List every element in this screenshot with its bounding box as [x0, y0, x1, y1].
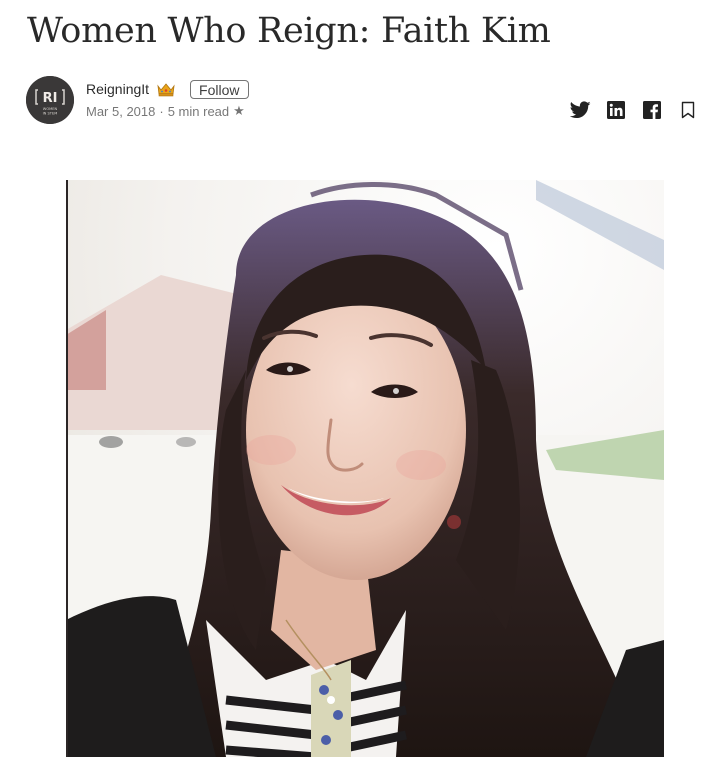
star-icon: ★	[233, 103, 245, 118]
reigningit-logo: RI WOMEN IN STEM	[26, 76, 74, 124]
publish-date[interactable]: Mar 5, 2018	[86, 104, 155, 119]
bookmark-icon[interactable]	[677, 100, 699, 120]
post-meta: Mar 5, 2018 · 5 min read ★	[86, 102, 245, 120]
facebook-icon[interactable]	[641, 100, 663, 120]
svg-text:WOMEN: WOMEN	[43, 107, 58, 111]
read-time: 5 min read	[167, 103, 230, 119]
portrait-illustration	[66, 180, 664, 757]
author-name-link[interactable]: ReigningIt	[86, 81, 149, 97]
linkedin-icon[interactable]	[605, 100, 627, 120]
author-avatar[interactable]: RI WOMEN IN STEM	[26, 76, 74, 124]
article-title: Women Who Reign: Faith Kim	[27, 11, 551, 51]
crown-icon	[156, 81, 176, 97]
meta-separator: ·	[159, 103, 164, 119]
follow-button[interactable]: Follow	[190, 79, 249, 99]
svg-text:RI: RI	[43, 91, 58, 106]
author-row: ReigningIt Follow	[86, 79, 249, 99]
hero-photo	[66, 180, 664, 757]
svg-text:IN STEM: IN STEM	[43, 112, 58, 116]
share-bar	[569, 100, 699, 120]
twitter-icon[interactable]	[569, 100, 591, 120]
